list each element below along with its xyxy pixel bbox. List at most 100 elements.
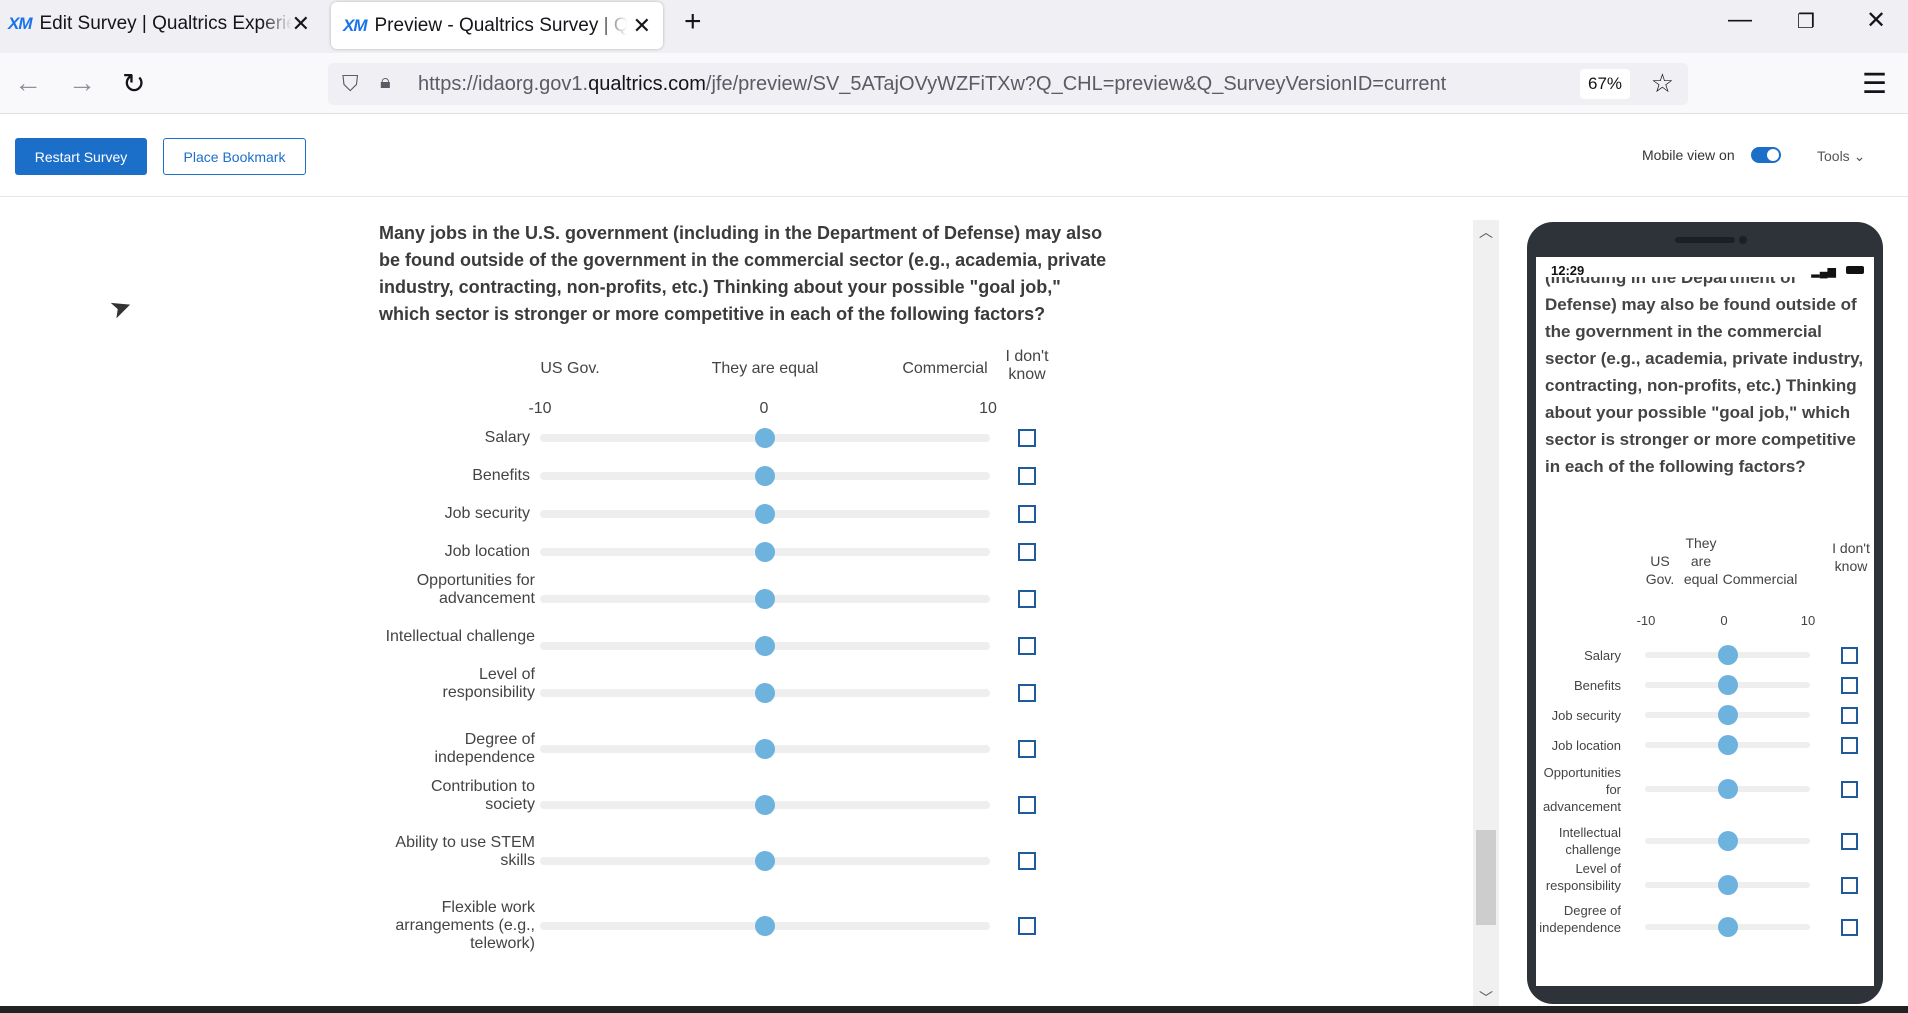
mobile-view-toggle[interactable] <box>1751 147 1781 163</box>
question-text: Many jobs in the U.S. government (includ… <box>379 223 1107 324</box>
slider-handle[interactable] <box>755 916 775 936</box>
slider-handle[interactable] <box>755 589 775 609</box>
lock-icon[interactable]: 🔒︎ <box>380 71 391 94</box>
phone-content: Many jobs in the U.S. government (includ… <box>1536 277 1874 986</box>
forward-icon[interactable]: → <box>68 67 96 99</box>
reload-icon[interactable]: ↻ <box>122 67 145 100</box>
scale-max: 10 <box>979 400 997 417</box>
dont-know-checkbox[interactable] <box>1018 796 1036 814</box>
close-icon[interactable]: ✕ <box>292 11 310 37</box>
phone-slider-handle[interactable] <box>1717 917 1738 937</box>
slider-handle[interactable] <box>755 795 775 815</box>
phone-speaker <box>1675 237 1735 243</box>
row-label: Contribution to society <box>430 778 535 813</box>
scale-zero: 0 <box>759 400 769 417</box>
phone-scale-zero: 0 <box>1720 613 1728 628</box>
dont-know-checkbox[interactable] <box>1018 740 1036 758</box>
phone-camera <box>1739 236 1747 244</box>
dont-know-checkbox[interactable] <box>1018 467 1036 485</box>
restart-survey-button[interactable]: Restart Survey <box>15 138 147 175</box>
address-bar[interactable]: ⛉ 🔒︎ https://idaorg.gov1.qualtrics.com/j… <box>328 63 1688 105</box>
dont-know-checkbox[interactable] <box>1018 637 1036 655</box>
row-label: Benefits <box>472 467 530 484</box>
phone-slider-handle[interactable] <box>1717 675 1738 695</box>
dont-know-checkbox[interactable] <box>1018 429 1036 447</box>
phone-dont-know-checkbox[interactable] <box>1841 919 1858 936</box>
dont-know-checkbox[interactable] <box>1018 852 1036 870</box>
row-label: Level of responsibility <box>442 666 535 701</box>
tab-title: Preview - Qualtrics Survey | Qua <box>374 14 627 36</box>
phone-dont-know-checkbox[interactable] <box>1841 677 1858 694</box>
phone-dont-know-checkbox[interactable] <box>1841 781 1858 798</box>
phone-slider-handle[interactable] <box>1717 779 1738 799</box>
phone-dont-know-checkbox[interactable] <box>1841 707 1858 724</box>
back-icon[interactable]: ← <box>14 67 42 99</box>
phone-slider-handle[interactable] <box>1717 705 1738 725</box>
phone-dont-know-checkbox[interactable] <box>1841 877 1858 894</box>
phone-slider-handle[interactable] <box>1717 875 1738 895</box>
phone-row-label: Salary <box>1584 647 1621 663</box>
dont-know-checkbox[interactable] <box>1018 684 1036 702</box>
scrollbar-thumb[interactable] <box>1476 830 1496 925</box>
slider-handle[interactable] <box>755 739 775 759</box>
row-label: Salary <box>484 429 530 446</box>
scale-label-commercial: Commercial <box>902 360 988 377</box>
phone-slider-handle[interactable] <box>1717 831 1738 851</box>
scale-label-us-gov: US Gov. <box>540 360 600 377</box>
slider-handle[interactable] <box>755 683 775 703</box>
restore-icon[interactable]: ❐ <box>1797 9 1815 34</box>
row-label: Job security <box>444 505 530 522</box>
phone-dont-know-checkbox[interactable] <box>1841 737 1858 754</box>
phone-scale-max: 10 <box>1800 613 1816 628</box>
taskbar <box>0 1006 1908 1013</box>
menu-icon[interactable]: ☰ <box>1862 67 1887 100</box>
phone-scale-min: -10 <box>1636 613 1656 628</box>
row-label: Flexible work arrangements (e.g., telewo… <box>395 899 535 952</box>
scroll-up-icon[interactable]: ︿ <box>1479 222 1493 242</box>
minimize-icon[interactable]: — <box>1728 6 1752 34</box>
window-close-icon[interactable]: ✕ <box>1866 6 1886 35</box>
place-bookmark-button[interactable]: Place Bookmark <box>163 138 306 175</box>
phone-dont-know-checkbox[interactable] <box>1841 647 1858 664</box>
scroll-down-icon[interactable]: ﹀ <box>1479 988 1493 1008</box>
row-label: Degree of independence <box>434 731 535 766</box>
scale-label-equal: They are equal <box>711 360 819 377</box>
phone-question-text: Many jobs in the U.S. government (includ… <box>1545 277 1864 476</box>
shield-icon[interactable]: ⛉ <box>342 71 359 97</box>
phone-row-label: Opportunities for advancement <box>1542 764 1621 814</box>
slider-handle[interactable] <box>755 504 775 524</box>
url-text[interactable]: https://idaorg.gov1.qualtrics.com/jfe/pr… <box>418 73 1446 96</box>
dont-know-checkbox[interactable] <box>1018 590 1036 608</box>
bookmark-star-icon[interactable]: ☆ <box>1651 68 1674 99</box>
phone-screen: 12:29 ▂▄▆ Many jobs in the U.S. governme… <box>1536 257 1874 986</box>
tab-strip: XM Edit Survey | Qualtrics Experienc ✕ X… <box>0 0 1908 53</box>
row-label: Opportunities for advancement <box>416 572 535 607</box>
scale-label-dont-know: I don't know <box>1005 348 1049 383</box>
scale-min: -10 <box>528 400 552 417</box>
phone-row-label: Level of responsibility <box>1545 860 1621 893</box>
zoom-level[interactable]: 67% <box>1580 69 1630 99</box>
tools-menu[interactable]: Tools ⌄ <box>1817 148 1865 165</box>
dont-know-checkbox[interactable] <box>1018 543 1036 561</box>
slider-handle[interactable] <box>755 542 775 562</box>
tab-preview[interactable]: XM Preview - Qualtrics Survey | Qua ✕ <box>331 2 663 49</box>
mobile-view-label: Mobile view on <box>1642 147 1735 163</box>
phone-slider-handle[interactable] <box>1717 735 1738 755</box>
row-label: Intellectual challenge <box>385 628 535 645</box>
phone-dont-know-checkbox[interactable] <box>1841 833 1858 850</box>
phone-scale-equal: They are equal <box>1683 535 1719 587</box>
xm-logo-icon: XM <box>8 13 32 33</box>
slider-handle[interactable] <box>755 636 775 656</box>
dont-know-checkbox[interactable] <box>1018 917 1036 935</box>
slider-handle[interactable] <box>755 466 775 486</box>
close-icon[interactable]: ✕ <box>633 13 651 39</box>
slider-handle[interactable] <box>755 428 775 448</box>
tab-edit-survey[interactable]: XM Edit Survey | Qualtrics Experienc ✕ <box>4 0 322 47</box>
slider-handle[interactable] <box>755 851 775 871</box>
phone-slider-handle[interactable] <box>1717 645 1738 665</box>
new-tab-icon[interactable]: + <box>684 5 702 39</box>
dont-know-checkbox[interactable] <box>1018 505 1036 523</box>
navigation-bar: ← → ↻ ⛉ 🔒︎ https://idaorg.gov1.qualtrics… <box>0 53 1908 114</box>
battery-icon <box>1846 266 1864 274</box>
preview-toolbar: Restart Survey Place Bookmark Mobile vie… <box>0 115 1908 197</box>
